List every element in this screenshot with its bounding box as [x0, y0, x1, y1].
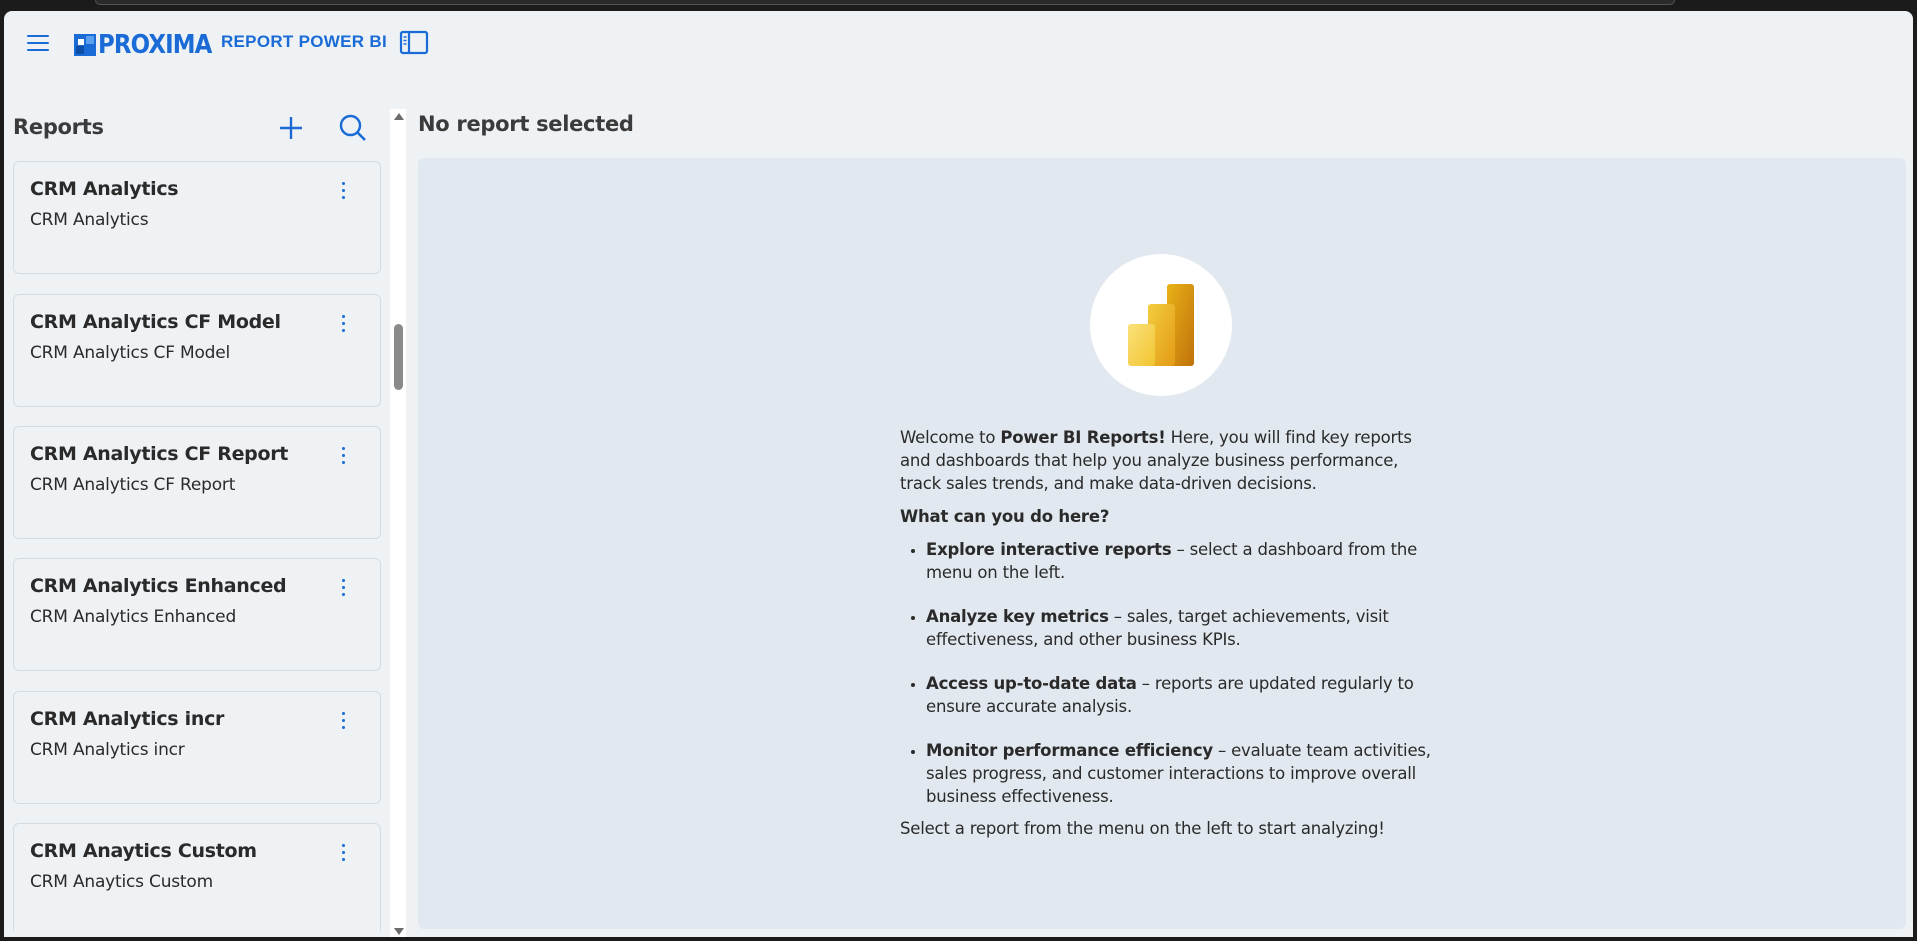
report-card[interactable]: CRM Analytics CRM Analytics — [13, 161, 381, 274]
more-options-icon[interactable] — [332, 573, 356, 601]
scroll-down-arrow-icon[interactable] — [394, 928, 404, 935]
report-title: CRM Analytics CF Model — [30, 311, 281, 333]
feature-item: Explore interactive reports – select a d… — [926, 538, 1440, 584]
welcome-question: What can you do here? — [900, 507, 1110, 526]
proxima-logo[interactable]: PROXIMA REPORT POWER BI — [74, 30, 387, 60]
feature-item: Access up-to-date data – reports are upd… — [926, 672, 1440, 718]
report-placeholder-panel: Welcome to Power BI Reports! Here, you w… — [418, 158, 1906, 929]
report-card[interactable]: CRM Analytics Enhanced CRM Analytics Enh… — [13, 558, 381, 671]
menu-icon[interactable] — [24, 31, 54, 55]
app-window: PROXIMA REPORT POWER BI Reports CRM Anal… — [4, 11, 1913, 937]
report-title: CRM Analytics — [30, 178, 179, 200]
feature-list: Explore interactive reports – select a d… — [900, 538, 1440, 808]
sidebar-title: Reports — [13, 115, 104, 139]
logo-text: PROXIMA — [98, 30, 212, 60]
logo-mark-icon — [74, 34, 96, 56]
report-title: CRM Anaytics Custom — [30, 840, 257, 862]
more-options-icon[interactable] — [332, 441, 356, 469]
report-title: CRM Analytics CF Report — [30, 443, 289, 465]
more-options-icon[interactable] — [332, 309, 356, 337]
reports-sidebar: Reports CRM Analytics CRM Analytics CRM … — [4, 99, 406, 937]
report-subtitle: CRM Analytics incr — [30, 740, 185, 760]
report-subtitle: CRM Anaytics Custom — [30, 872, 213, 892]
welcome-intro: Welcome to Power BI Reports! Here, you w… — [900, 428, 1412, 493]
report-title: CRM Analytics Enhanced — [30, 575, 287, 597]
report-subtitle: CRM Analytics CF Model — [30, 343, 231, 363]
report-card[interactable]: CRM Anaytics Custom CRM Anaytics Custom — [13, 823, 381, 931]
search-icon — [339, 114, 366, 141]
feature-item: Monitor performance efficiency – evaluat… — [926, 739, 1440, 808]
power-bi-logo — [1090, 254, 1232, 396]
report-subtitle: CRM Analytics CF Report — [30, 475, 236, 495]
more-options-icon[interactable] — [332, 176, 356, 204]
sidebar-scrollbar[interactable] — [390, 109, 406, 937]
search-reports-button[interactable] — [336, 111, 370, 145]
report-card[interactable]: CRM Analytics CF Model CRM Analytics CF … — [13, 294, 381, 407]
report-card[interactable]: CRM Analytics CF Report CRM Analytics CF… — [13, 426, 381, 539]
report-card[interactable]: CRM Analytics incr CRM Analytics incr — [13, 691, 381, 804]
welcome-closing: Select a report from the menu on the lef… — [900, 819, 1385, 838]
report-list: CRM Analytics CRM Analytics CRM Analytic… — [13, 161, 383, 931]
plus-icon — [280, 117, 302, 139]
report-subtitle: CRM Analytics — [30, 210, 149, 230]
welcome-text: Welcome to Power BI Reports! Here, you w… — [900, 426, 1440, 840]
power-bi-icon — [1128, 284, 1194, 366]
more-options-icon[interactable] — [332, 838, 356, 866]
browser-top-edge — [95, 0, 1675, 5]
logo-subtitle: REPORT POWER BI — [220, 32, 387, 51]
scrollbar-thumb[interactable] — [394, 324, 403, 390]
more-options-icon[interactable] — [332, 706, 356, 734]
scroll-up-arrow-icon[interactable] — [394, 113, 404, 120]
app-header: PROXIMA REPORT POWER BI — [4, 11, 1913, 73]
add-report-button[interactable] — [274, 111, 308, 145]
page-title: No report selected — [418, 112, 634, 136]
report-title: CRM Analytics incr — [30, 708, 225, 730]
report-subtitle: CRM Analytics Enhanced — [30, 607, 237, 627]
feature-item: Analyze key metrics – sales, target achi… — [926, 605, 1440, 651]
sidebar-toggle-icon[interactable] — [399, 29, 429, 56]
